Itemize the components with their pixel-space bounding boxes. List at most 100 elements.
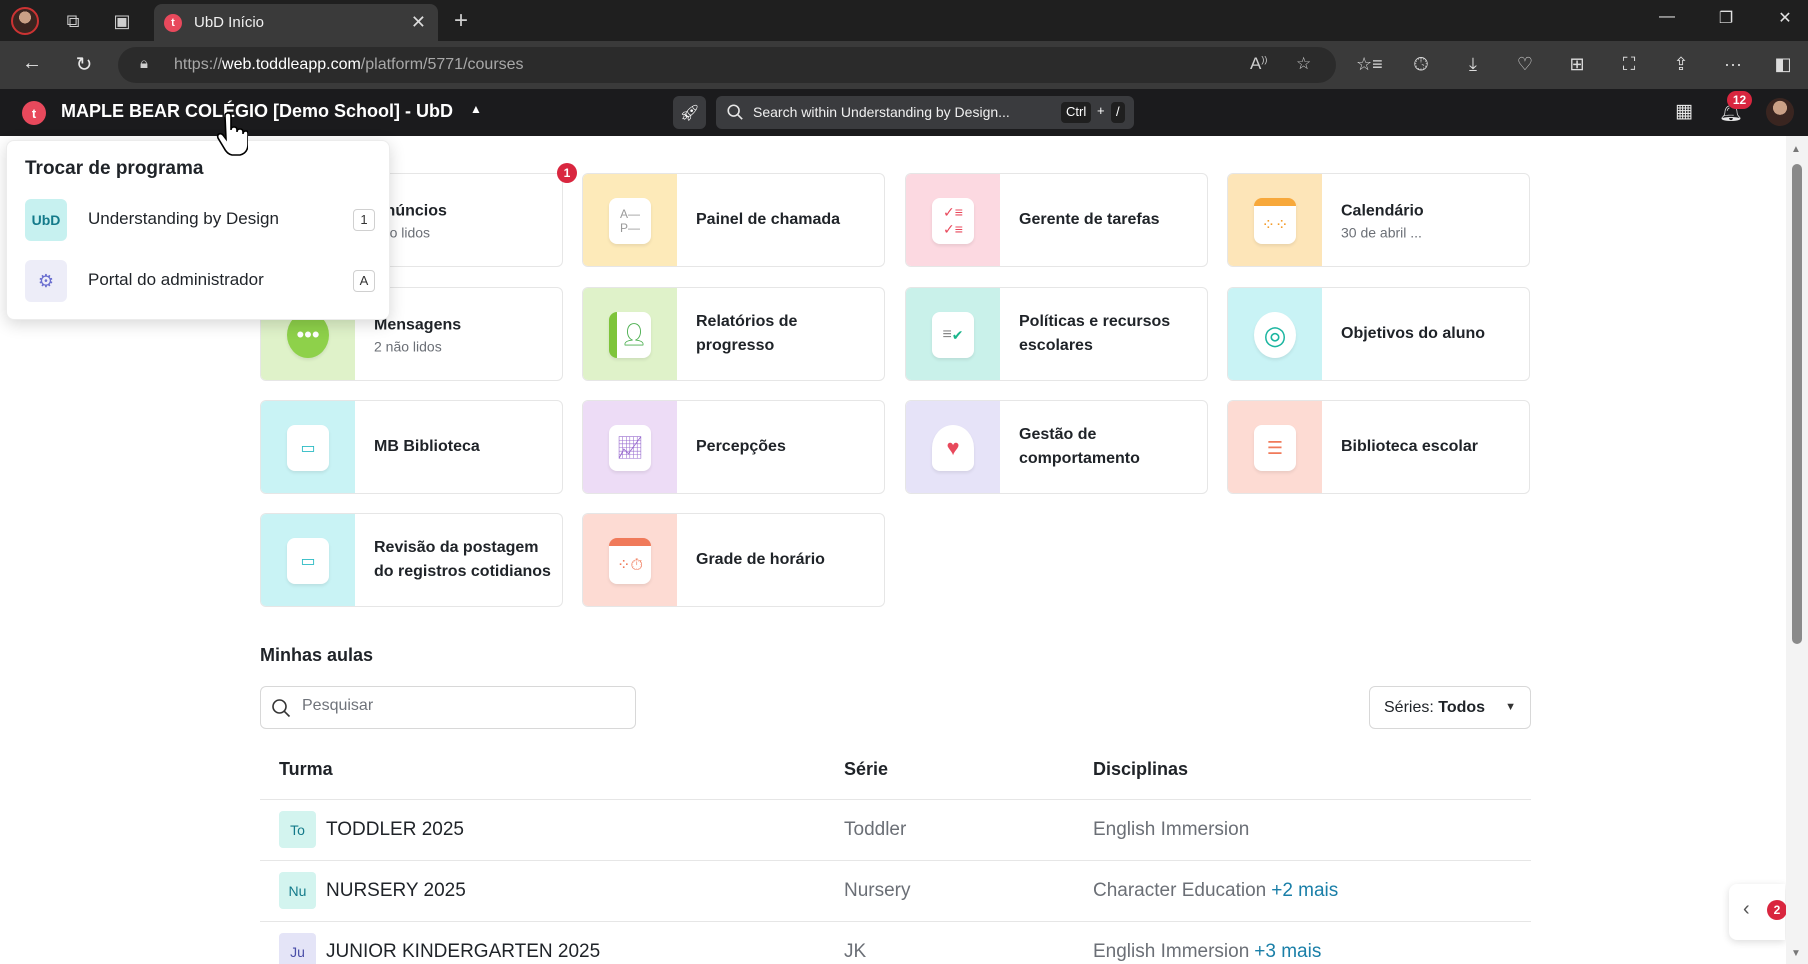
class-abbr-badge: To [279, 811, 316, 848]
profile-avatar[interactable] [11, 7, 39, 35]
tile-revisao-da-postagem[interactable]: ▭ Revisão da postagem do registros cotid… [260, 513, 563, 607]
school-program-selector[interactable]: MAPLE BEAR COLÉGIO [Demo School] - UbD [61, 101, 453, 122]
table-row[interactable]: Nu NURSERY 2025 Nursery Character Educat… [260, 860, 1531, 921]
tile-title: Percepções [696, 438, 786, 455]
tile-title: Objetivos do aluno [1341, 325, 1486, 342]
program-switcher-dropdown: Trocar de programa UbD Understanding by … [6, 140, 390, 320]
tile-percepcoes[interactable]: 📈︎ Percepções [582, 400, 885, 494]
sidebar-toggle-icon[interactable]: ◧ [1770, 54, 1796, 75]
tile-title: Biblioteca escolar [1341, 438, 1478, 455]
screenshot-icon[interactable]: ⛶ [1616, 54, 1642, 75]
url-bar[interactable]: 🔒︎ https://web.toddleapp.com/platform/57… [118, 47, 1336, 83]
shortcut-slash: / [1111, 102, 1125, 123]
scroll-down-icon[interactable]: ▼ [1791, 948, 1801, 959]
tile-title: Mensagens [374, 316, 462, 334]
window-close-icon[interactable]: ✕ [1770, 8, 1800, 28]
global-search[interactable]: Search within Understanding by Design...… [716, 96, 1134, 129]
class-name[interactable]: JUNIOR KINDERGARTEN 2025 [326, 941, 600, 963]
more-disciplines-link[interactable]: +3 mais [1254, 941, 1321, 962]
table-row[interactable]: To TODDLER 2025 Toddler English Immersio… [260, 799, 1531, 860]
tile-mb-biblioteca[interactable]: ▭ MB Biblioteca [260, 400, 563, 494]
class-disciplines: English Immersion [1093, 819, 1250, 840]
program-option-shortcut: 1 [353, 209, 375, 231]
tile-title: Gestão de comportamento [1019, 426, 1140, 467]
series-filter-dropdown[interactable]: Séries: Todos ▼ [1369, 686, 1531, 729]
browser-tab-bar: ⧉ ▣ t UbD Início ✕ + — ❐ ✕ [0, 0, 1808, 41]
class-name[interactable]: NURSERY 2025 [326, 880, 466, 902]
tile-title: MB Biblioteca [374, 438, 480, 455]
journal-icon: ▭ [287, 538, 329, 584]
program-switcher-title: Trocar de programa [25, 158, 204, 179]
caret-up-icon[interactable]: ▲ [470, 102, 482, 116]
favorites-icon[interactable]: ☆≡ [1356, 54, 1383, 75]
address-toolbar: ← ↻ 🔒︎ https://web.toddleapp.com/platfor… [0, 41, 1808, 89]
series-filter-value: Todos [1438, 699, 1486, 716]
tile-relatorios-de-progresso[interactable]: 👤︎ Relatórios de progresso [582, 287, 885, 381]
tile-calendario[interactable]: ⁘⁘ Calendário 30 de abril ... [1227, 173, 1530, 267]
target-icon: ◎ [1254, 312, 1296, 358]
tab-favicon-icon: t [164, 14, 182, 32]
browser-essentials-icon[interactable]: ♡ [1512, 54, 1538, 75]
scroll-up-icon[interactable]: ▲ [1791, 144, 1801, 155]
minimize-icon[interactable]: — [1652, 8, 1682, 26]
tile-gestao-de-comportamento[interactable]: ♥ Gestão de comportamento [905, 400, 1208, 494]
shortcut-plus: + [1097, 103, 1105, 118]
class-search-field[interactable] [260, 686, 636, 729]
program-option-label: Portal do administrador [88, 270, 264, 289]
favorite-star-icon[interactable]: ☆ [1296, 54, 1311, 74]
calendar-icon[interactable]: ▦ [1675, 100, 1693, 123]
program-option-admin-portal[interactable]: ⚙ Portal do administrador A [25, 258, 375, 302]
share-icon[interactable]: ⇪ [1668, 54, 1694, 75]
class-disciplines: English Immersion [1093, 941, 1250, 962]
toddle-logo[interactable]: t [22, 101, 46, 125]
read-aloud-icon[interactable]: A)) [1250, 54, 1267, 74]
tile-title: Relatórios de progresso [696, 313, 798, 354]
tile-objetivos-do-aluno[interactable]: ◎ Objetivos do aluno [1227, 287, 1530, 381]
notification-badge: 12 [1727, 91, 1752, 109]
tile-politicas-e-recursos[interactable]: ≡ ✔ Políticas e recursos escolares [905, 287, 1208, 381]
more-disciplines-link[interactable]: +2 mais [1271, 880, 1338, 901]
class-name[interactable]: TODDLER 2025 [326, 819, 464, 841]
active-tab[interactable]: t UbD Início ✕ [154, 4, 438, 41]
class-disciplines: Character Education [1093, 880, 1267, 901]
tab-close-icon[interactable]: ✕ [411, 12, 426, 33]
policy-document-icon: ≡ ✔ [932, 312, 974, 358]
class-abbr-badge: Nu [279, 872, 316, 909]
program-option-label: Understanding by Design [88, 209, 279, 228]
new-tab-icon[interactable]: + [448, 7, 474, 34]
tile-gerente-de-tarefas[interactable]: ✓≡ ✓≡ Gerente de tarefas [905, 173, 1208, 267]
downloads-icon[interactable]: ⤓ [1460, 54, 1486, 75]
workspaces-icon[interactable]: ⧉ [60, 8, 86, 34]
tab-title: UbD Início [194, 14, 265, 31]
tile-subtitle: não lidos [374, 224, 431, 241]
trend-chart-icon: 📈︎ [609, 425, 651, 471]
refresh-icon[interactable]: ↻ [70, 52, 98, 77]
caret-down-icon: ▼ [1505, 701, 1516, 713]
tile-title: Calendário [1341, 202, 1424, 220]
schedule-calendar-icon: ⁘⏱ [609, 538, 651, 584]
class-search-input[interactable] [302, 697, 622, 715]
back-icon[interactable]: ← [18, 52, 46, 75]
more-menu-icon[interactable]: ··· [1720, 54, 1746, 75]
rocket-icon[interactable]: 🚀︎ [673, 96, 706, 129]
extensions-icon[interactable]: ⊞ [1564, 54, 1590, 75]
books-stack-icon: ☰ [1254, 425, 1296, 471]
program-option-ubd[interactable]: UbD Understanding by Design 1 [25, 197, 375, 241]
tile-painel-de-chamada[interactable]: A— P— Painel de chamada [582, 173, 885, 267]
page-scrollbar[interactable]: ▲ ▼ [1786, 136, 1808, 964]
url-text[interactable]: https://web.toddleapp.com/platform/5771/… [174, 56, 524, 74]
tab-actions-icon[interactable]: ▣ [109, 8, 135, 34]
restore-icon[interactable]: ❐ [1711, 8, 1741, 28]
scroll-thumb[interactable] [1792, 164, 1802, 644]
user-avatar[interactable] [1766, 98, 1794, 126]
history-icon[interactable]: 🕓︎ [1408, 54, 1434, 75]
search-icon [727, 104, 743, 120]
table-row[interactable]: Ju JUNIOR KINDERGARTEN 2025 JK English I… [260, 921, 1531, 964]
report-book-icon: 👤︎ [609, 312, 651, 358]
tile-grade-de-horario[interactable]: ⁘⏱ Grade de horário [582, 513, 885, 607]
notebook-icon: ▭ [287, 425, 329, 471]
column-header-serie: Série [844, 759, 889, 779]
announcements-badge: 1 [557, 163, 577, 183]
lock-icon: 🔒︎ [140, 55, 148, 72]
tile-biblioteca-escolar[interactable]: ☰ Biblioteca escolar [1227, 400, 1530, 494]
